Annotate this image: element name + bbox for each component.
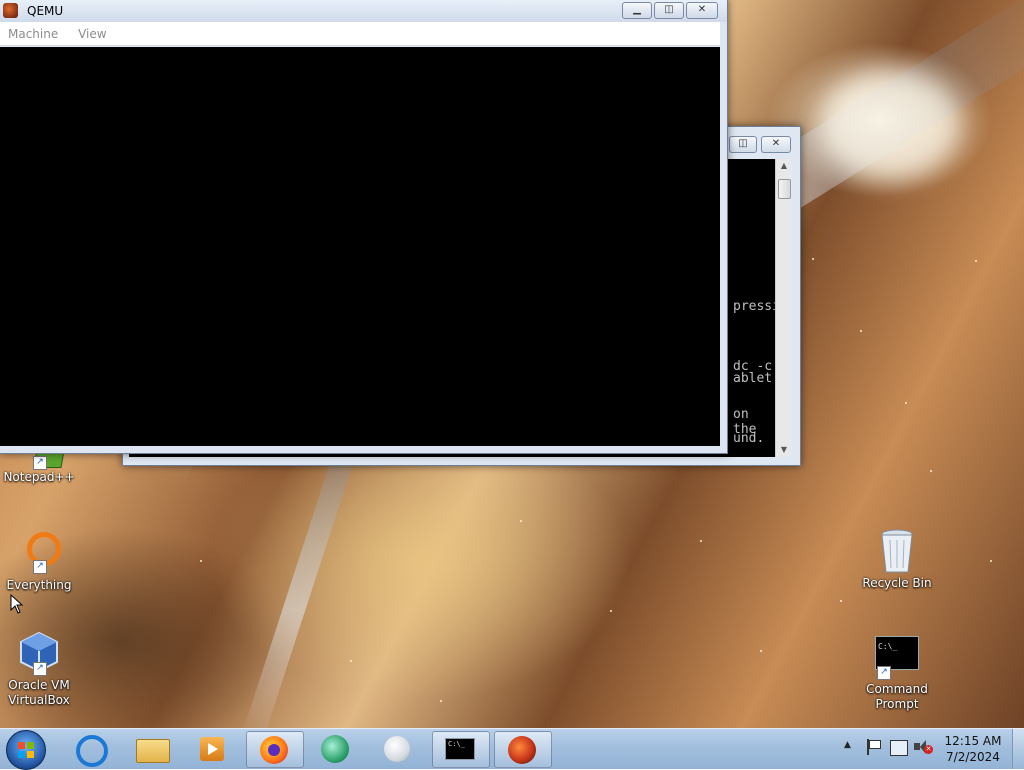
menu-view[interactable]: View	[70, 22, 114, 41]
sparkle	[350, 660, 352, 662]
close-button[interactable]: ✕	[686, 2, 718, 19]
desktop-icon-virtualbox[interactable]: ↗ Oracle VM VirtualBox	[0, 630, 84, 708]
restore-icon: ◫	[738, 138, 748, 149]
console-scrollbar[interactable]: ▲ ▼	[775, 159, 792, 457]
sparkle	[860, 330, 862, 332]
scrollbar-thumb[interactable]	[778, 179, 791, 199]
command-prompt-icon: C:\_	[445, 738, 475, 760]
taskbar: C:\_ ▲ ✕ 12:15 AM 7/2/2024	[0, 728, 1024, 770]
taskbar-internet-explorer[interactable]	[62, 731, 118, 767]
console-line: und.	[733, 431, 765, 446]
desktop-icon-recycle-bin[interactable]: Recycle Bin	[852, 528, 942, 591]
close-icon: ✕	[771, 138, 781, 149]
window-title: QEMU	[27, 4, 64, 18]
show-desktop-button[interactable]	[1012, 729, 1024, 769]
command-prompt-icon: C:\_ ↗	[875, 634, 919, 680]
console-line: pressi	[733, 299, 780, 314]
internet-explorer-icon	[76, 735, 108, 767]
taskbar-command-prompt[interactable]: C:\_	[432, 731, 490, 768]
media-player-icon	[200, 737, 224, 761]
console-line: ablet	[733, 371, 773, 386]
qemu-icon	[3, 3, 18, 18]
menu-machine[interactable]: Machine	[0, 22, 66, 41]
shortcut-arrow-icon: ↗	[33, 456, 47, 470]
sparkle	[990, 560, 992, 562]
restore-icon: ◫	[664, 4, 674, 15]
show-hidden-icons-arrow[interactable]: ▲	[844, 740, 851, 750]
wallpaper-glow	[820, 70, 960, 180]
taskbar-file-explorer[interactable]	[124, 731, 180, 766]
desktop-icon-label: Notepad++	[3, 470, 75, 484]
white-orb-icon	[384, 736, 410, 762]
everything-icon: ↗	[17, 530, 61, 574]
desktop-icon-label: Recycle Bin	[862, 576, 932, 590]
shortcut-arrow-icon: ↗	[877, 666, 891, 680]
minimize-icon: ▁	[633, 4, 641, 15]
recycle-bin-icon	[875, 528, 919, 573]
console-close-button[interactable]: ✕	[761, 136, 791, 153]
shortcut-arrow-icon: ↗	[33, 662, 47, 676]
cmd-icon-text: C:\_	[448, 740, 465, 748]
sparkle	[905, 402, 907, 404]
sparkle	[840, 600, 842, 602]
taskbar-white-orb[interactable]	[370, 731, 426, 766]
sparkle	[440, 700, 442, 702]
sparkle	[760, 650, 762, 652]
qemu-titlebar[interactable]: QEMU ▁ ◫ ✕	[0, 0, 727, 22]
clock[interactable]: 12:15 AM 7/2/2024	[940, 733, 1006, 765]
desktop-icon-everything[interactable]: ↗ Everything	[0, 530, 84, 593]
sparkle	[812, 258, 814, 260]
start-orb-icon[interactable]	[6, 730, 46, 770]
taskbar-firefox[interactable]	[246, 731, 304, 768]
green-app-icon	[321, 735, 349, 763]
sparkle	[200, 560, 202, 562]
menu-bar: Machine View	[0, 22, 720, 46]
firefox-icon	[260, 736, 288, 764]
taskbar-qemu[interactable]	[494, 731, 552, 768]
clock-date: 7/2/2024	[946, 750, 1000, 764]
close-icon: ✕	[697, 4, 707, 15]
scroll-down-icon[interactable]: ▼	[776, 443, 792, 457]
network-icon[interactable]	[890, 740, 908, 756]
desktop-icon-label: Command Prompt	[866, 682, 928, 711]
sparkle	[700, 540, 702, 542]
clock-time: 12:15 AM	[944, 734, 1002, 748]
vm-display[interactable]	[0, 47, 720, 446]
mouse-cursor-icon	[10, 594, 24, 614]
sparkle	[610, 610, 612, 612]
volume-muted-icon[interactable]: ✕	[914, 739, 933, 755]
qemu-window[interactable]: QEMU ▁ ◫ ✕ Machine View	[0, 0, 728, 454]
restore-button[interactable]: ◫	[654, 2, 684, 19]
minimize-button[interactable]: ▁	[622, 2, 652, 19]
file-explorer-icon	[136, 739, 170, 763]
desktop-icon-label: Oracle VM VirtualBox	[8, 678, 70, 707]
shortcut-arrow-icon: ↗	[33, 560, 47, 574]
cmd-icon-text: C:\_	[875, 636, 919, 670]
sparkle	[975, 260, 977, 262]
qemu-icon	[508, 736, 536, 764]
sparkle	[930, 470, 932, 472]
desktop-icon-label: Everything	[6, 578, 72, 592]
virtualbox-icon: ↗	[17, 630, 61, 676]
desktop-icon-command-prompt[interactable]: C:\_ ↗ Command Prompt	[852, 634, 942, 712]
taskbar-green-app[interactable]	[308, 731, 364, 766]
console-restore-button[interactable]: ◫	[729, 136, 757, 153]
taskbar-media-player[interactable]	[186, 731, 242, 766]
scroll-up-icon[interactable]: ▲	[776, 159, 792, 173]
sparkle	[520, 520, 522, 522]
action-center-flag-icon[interactable]	[866, 739, 881, 755]
